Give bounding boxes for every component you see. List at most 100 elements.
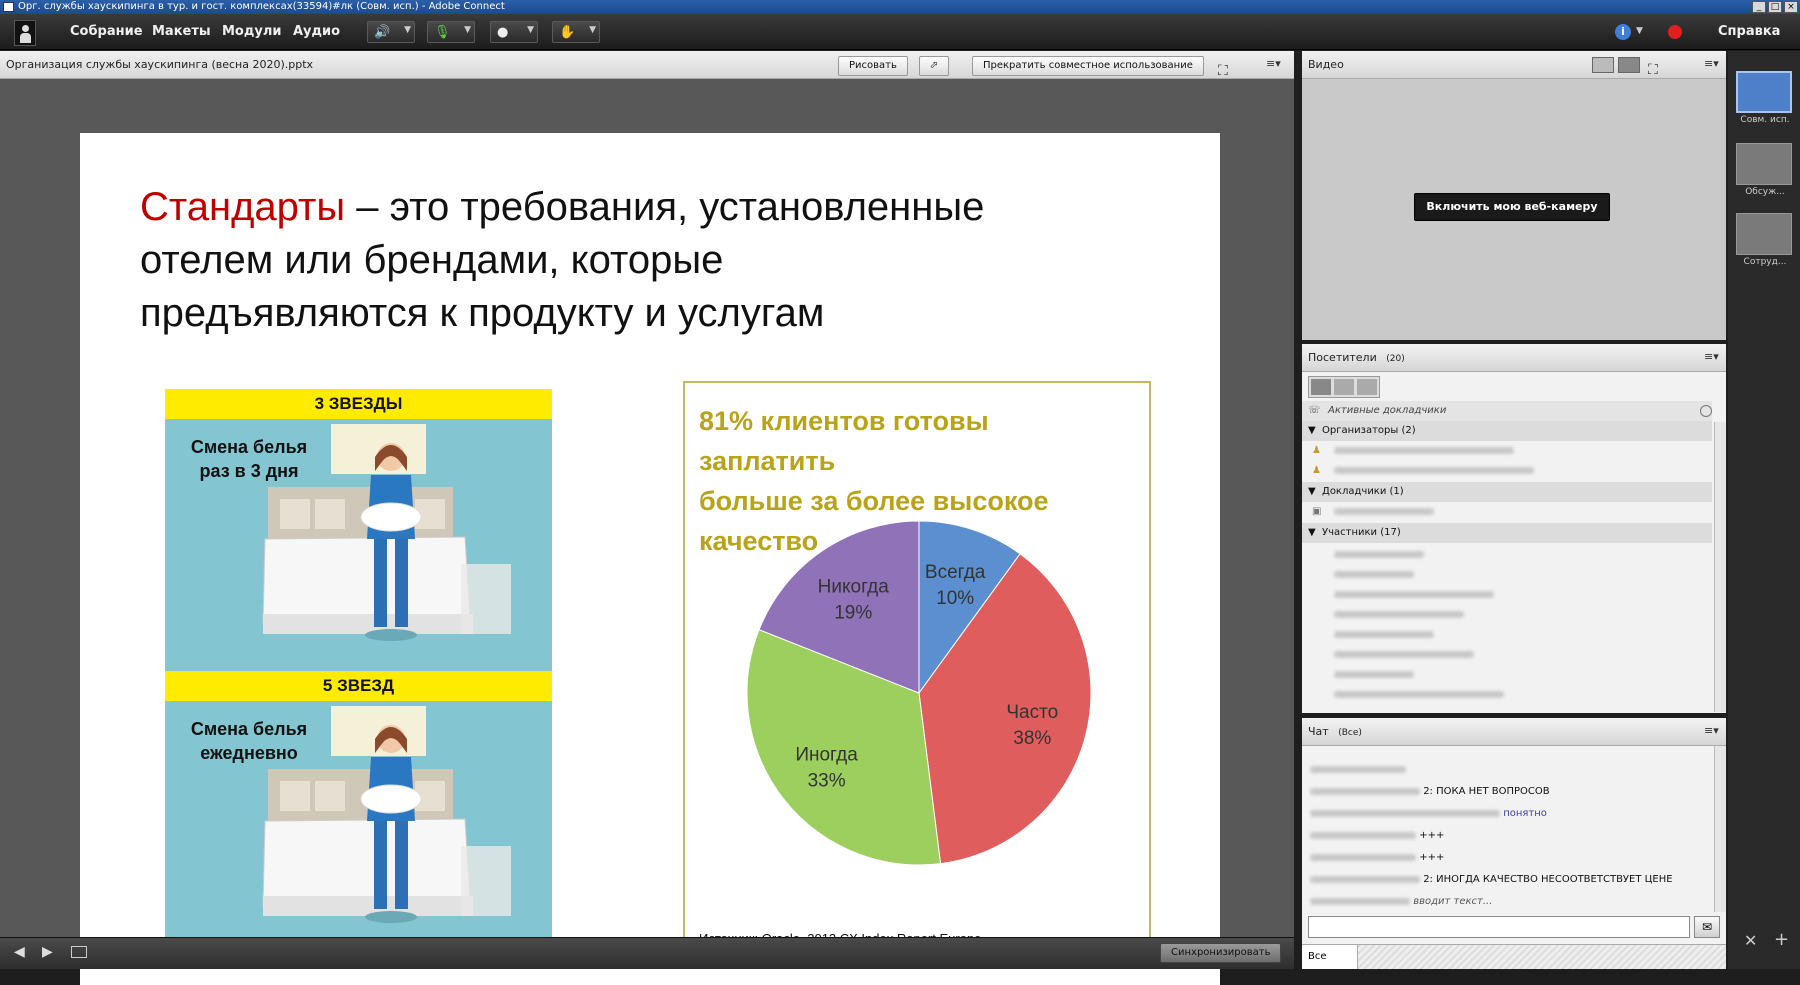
menu-layouts[interactable]: Макеты: [152, 24, 211, 39]
camera-button[interactable]: ● ▼: [490, 21, 538, 43]
raise-hand-button[interactable]: ✋ ▼: [552, 21, 600, 43]
presenter-row[interactable]: ▣: [1302, 502, 1712, 522]
chat-scope: (Все): [1338, 728, 1362, 738]
layout-discussion-thumbnail[interactable]: [1736, 143, 1792, 185]
menu-bar: Собрание Макеты Модули Аудио 🔊 ▼ 🎙 ▼ ● ▼ ✋ ▼…: [0, 14, 1800, 50]
bedroom-illustration: Смена белья ежедневно: [165, 701, 552, 953]
pie-slice-value: 19%: [834, 602, 872, 623]
presenters-group-header[interactable]: ▼ Докладчики (1): [1302, 482, 1712, 502]
share-pod: Организация службы хаускипинга (весна 20…: [0, 51, 1298, 985]
chat-input[interactable]: [1308, 916, 1690, 938]
hosts-group-header[interactable]: ▼ Организаторы (2): [1302, 421, 1712, 441]
layout-collaboration-label[interactable]: Сотруд...: [1732, 257, 1798, 267]
title-line-3: предъявляются к продукту и услугам: [140, 291, 825, 335]
draw-button[interactable]: Рисовать: [838, 56, 908, 76]
layout-discussion-label[interactable]: Обсуж...: [1732, 187, 1798, 197]
chat-tab-all[interactable]: Все: [1302, 945, 1358, 969]
filmstrip-view-icon[interactable]: [1618, 57, 1640, 73]
presenter-icon: ▣: [1312, 506, 1322, 517]
layout-collaboration-thumbnail[interactable]: [1736, 213, 1792, 255]
close-icon[interactable]: [1700, 405, 1712, 417]
host-icon: ♟: [1312, 465, 1321, 476]
status-view-icon[interactable]: [1357, 379, 1377, 395]
participant-row[interactable]: [1302, 625, 1712, 645]
participant-row[interactable]: [1302, 605, 1712, 625]
menu-pods[interactable]: Модули: [222, 24, 281, 39]
sync-button[interactable]: Синхронизировать: [1160, 943, 1282, 963]
previous-page-icon[interactable]: ◀: [14, 944, 25, 960]
collapse-arrow-icon: ▼: [1308, 527, 1316, 538]
participant-row[interactable]: [1302, 645, 1712, 665]
menu-meeting[interactable]: Собрание: [70, 24, 143, 39]
chevron-down-icon: ▼: [1636, 26, 1643, 36]
housekeeper-illustration: [262, 424, 511, 641]
info-icon[interactable]: i: [1615, 24, 1631, 40]
layout-sharing-thumbnail[interactable]: [1736, 71, 1792, 113]
stop-sharing-button[interactable]: Прекратить совместное использование: [972, 56, 1204, 76]
pie-slice-label: Всегда: [925, 562, 986, 583]
video-pod-title: Видео: [1308, 58, 1344, 71]
collapse-arrow-icon: ▼: [1308, 425, 1316, 436]
next-page-icon[interactable]: ▶: [42, 944, 53, 960]
participant-row[interactable]: [1302, 665, 1712, 685]
thumbnails-icon[interactable]: [71, 946, 87, 958]
pie-chart: Всегда 10% Часто 38% Иногда 33% Никогда 19%: [746, 520, 1092, 866]
pod-menu-icon[interactable]: ≡▾: [1266, 58, 1281, 69]
add-layout-icon[interactable]: +: [1774, 929, 1789, 950]
chevron-down-icon: ▼: [464, 25, 471, 35]
video-pod-header: Видео ⛶ ≡▾: [1302, 51, 1726, 79]
record-icon[interactable]: [1668, 25, 1682, 39]
start-webcam-button[interactable]: Включить мою веб-камеру: [1414, 193, 1610, 221]
menu-audio[interactable]: Аудио: [293, 24, 340, 39]
microphone-button[interactable]: 🎙 ▼: [427, 21, 475, 43]
chat-message: понятно: [1310, 808, 1547, 819]
fullscreen-icon[interactable]: ⛶: [1648, 56, 1658, 84]
menu-help[interactable]: Справка: [1718, 24, 1780, 39]
title-line-1: – это требования, установленные: [345, 185, 985, 229]
pie-slice-label: Никогда: [818, 576, 890, 597]
speaker-icon: 🔊: [374, 25, 391, 40]
chevron-down-icon: ▼: [404, 25, 411, 35]
housekeeper-illustration: [262, 706, 511, 923]
list-view-icon[interactable]: [1311, 379, 1331, 395]
participant-row[interactable]: [1302, 685, 1712, 705]
participant-row[interactable]: [1302, 565, 1712, 585]
participant-row[interactable]: [1302, 545, 1712, 565]
chat-message: 2: ИНОГДА КАЧЕСТВО НЕСООТВЕТСТВУЕТ ЦЕНЕ: [1310, 874, 1673, 885]
bedroom-illustration: Смена белья раз в 3 дня: [165, 419, 552, 671]
participants-group-header[interactable]: ▼ Участники (17): [1302, 523, 1712, 543]
participant-row[interactable]: [1302, 585, 1712, 605]
presenters-label: Докладчики (1): [1322, 486, 1404, 497]
chat-message-text: понятно: [1503, 808, 1547, 819]
chevron-down-icon: ▼: [527, 25, 534, 35]
window-title: Орг. службы хаускипинга в тур. и гост. к…: [18, 1, 505, 12]
pod-menu-icon[interactable]: ≡▾: [1704, 725, 1719, 736]
title-accent: Стандарты: [140, 185, 346, 229]
grid-view-icon[interactable]: [1592, 57, 1614, 73]
maximize-button[interactable]: □: [1768, 1, 1782, 13]
pod-menu-icon[interactable]: ≡▾: [1704, 58, 1719, 69]
typing-indicator: вводит текст...: [1310, 896, 1492, 907]
window-title-bar: Орг. службы хаускипинга в тур. и гост. к…: [0, 0, 1800, 14]
chat-tab-bar: Все: [1302, 944, 1726, 969]
pod-menu-icon[interactable]: ≡▾: [1704, 351, 1719, 362]
fullscreen-icon[interactable]: ⛶: [1218, 57, 1228, 85]
attendees-count: (20): [1386, 354, 1405, 364]
attendees-scrollbar[interactable]: [1714, 422, 1726, 712]
speaker-button[interactable]: 🔊 ▼: [367, 21, 415, 43]
chat-scrollbar[interactable]: [1714, 746, 1726, 912]
title-line-2: отелем или брендами, которые: [140, 238, 724, 282]
three-stars-banner: 3 ЗВЕЗДЫ: [165, 389, 552, 419]
host-row[interactable]: ♟: [1302, 461, 1712, 481]
layout-sharing-label[interactable]: Совм. исп.: [1732, 115, 1798, 125]
breakout-view-icon[interactable]: [1334, 379, 1354, 395]
chart-box: 81% клиентов готовы заплатить больше за …: [683, 381, 1151, 965]
app-icon: [3, 2, 14, 12]
minimize-button[interactable]: _: [1752, 1, 1766, 13]
host-row[interactable]: ♟: [1302, 441, 1712, 461]
chat-message-text: +++: [1419, 852, 1445, 863]
send-message-icon[interactable]: ✉: [1694, 916, 1720, 938]
close-icon[interactable]: ✕: [1744, 931, 1757, 950]
pointer-button[interactable]: ⬀: [919, 56, 949, 76]
close-button[interactable]: ×: [1784, 1, 1798, 13]
